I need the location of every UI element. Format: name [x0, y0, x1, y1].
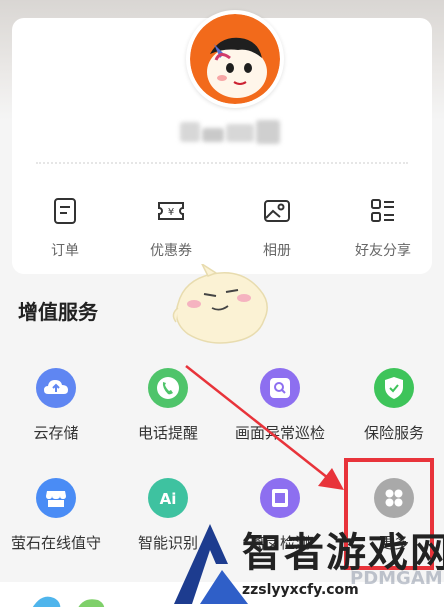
- service-label: 萤石在线值守: [10, 534, 101, 552]
- svg-text:Ai: Ai: [160, 490, 177, 508]
- quick-action-label: 订单: [51, 243, 79, 259]
- service-label: 画面异常巡检: [234, 424, 325, 442]
- more-grid-icon: [374, 478, 414, 518]
- share-list-icon: [371, 199, 394, 222]
- service-label: 云存储: [33, 424, 79, 442]
- album-icon: [264, 200, 290, 222]
- service-cloud-storage[interactable]: 云存储: [2, 368, 110, 443]
- quick-action-label: 相册: [263, 243, 291, 259]
- service-label: 保险服务: [363, 424, 424, 442]
- avatar-cartoon-icon: [190, 14, 280, 104]
- seat-icon: [260, 478, 300, 518]
- search-icon: [260, 368, 300, 408]
- watermark: 智者游戏网 PDMGAME zzslyyxcfy.com: [170, 516, 444, 607]
- quick-action-share[interactable]: 好友分享: [338, 196, 428, 260]
- service-label: 电话提醒: [137, 424, 198, 442]
- bottom-icons-partial: [32, 596, 105, 607]
- mascot-icon: [172, 264, 268, 344]
- ai-icon: Ai: [148, 478, 188, 518]
- cloud-upload-icon: [36, 368, 76, 408]
- service-insurance[interactable]: 保险服务: [340, 368, 444, 443]
- user-avatar[interactable]: [186, 10, 284, 108]
- quick-action-album[interactable]: 相册: [232, 196, 322, 260]
- divider: [36, 162, 408, 164]
- phone-icon: [148, 368, 188, 408]
- username-blurred: [172, 114, 290, 148]
- quick-action-coupons[interactable]: ¥ 优惠券: [126, 196, 216, 260]
- svg-text:¥: ¥: [168, 207, 174, 218]
- service-anomaly-inspection[interactable]: 画面异常巡检: [226, 368, 334, 443]
- store-icon: [36, 478, 76, 518]
- quick-action-label: 优惠券: [150, 243, 192, 259]
- profile-card: 订单 ¥ 优惠券 相册 好友分享: [12, 10, 432, 274]
- watermark-url: zzslyyxcfy.com: [242, 582, 359, 598]
- watermark-faint: PDMGAME: [350, 568, 444, 589]
- watermark-logo-icon: [174, 524, 248, 604]
- section-title-value-added: 增值服务: [18, 300, 98, 324]
- coupon-icon: ¥: [158, 202, 184, 220]
- service-phone-reminder[interactable]: 电话提醒: [114, 368, 222, 443]
- shield-check-icon: [374, 368, 414, 408]
- order-icon: [54, 198, 76, 224]
- service-online-guard[interactable]: 萤石在线值守: [2, 478, 110, 553]
- quick-action-orders[interactable]: 订单: [20, 196, 110, 260]
- quick-action-label: 好友分享: [355, 243, 411, 259]
